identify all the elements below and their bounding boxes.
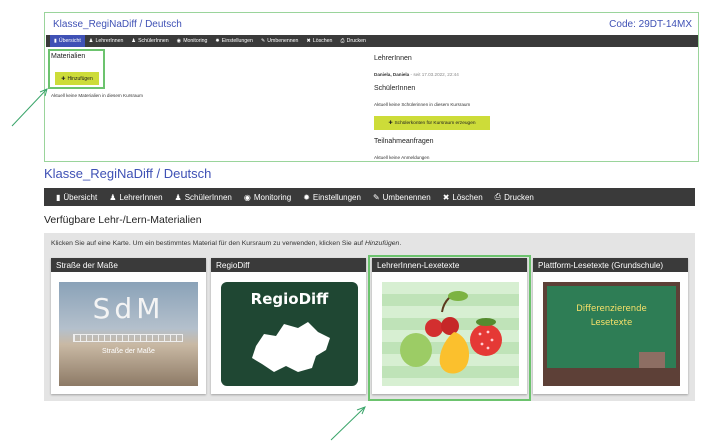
chalkboard-text-1: Differenzierende — [576, 304, 647, 314]
edit-icon: ✎ — [372, 192, 380, 202]
page-title: Klasse_RegiNaDiff / Deutsch — [44, 166, 212, 181]
material-card-plattform-lesetexte[interactable]: Plattform-Lesetexte (Grundschule) Differ… — [533, 258, 688, 394]
chalkboard-text-2: Lesetexte — [590, 318, 633, 328]
person-icon: ♟ — [174, 192, 182, 202]
tab-umbenennen[interactable]: ✎ Umbenennen — [367, 188, 437, 206]
sdm-caption: Straße der Maße — [102, 348, 155, 355]
materials-section-heading: Verfügbare Lehr-/Lern-Materialien — [44, 214, 202, 226]
tab-monitoring[interactable]: ◉ Monitoring — [238, 188, 297, 206]
person-icon: ♟ — [109, 192, 117, 202]
close-icon: ✖ — [442, 192, 450, 202]
card-title: Straße der Maße — [51, 258, 206, 272]
gear-icon: ✹ — [303, 192, 310, 202]
book-icon: ▮ — [56, 192, 61, 202]
desk-icon — [639, 352, 665, 368]
ruler-graphic — [73, 334, 183, 342]
sdm-logo-text: SdM — [92, 292, 165, 325]
card-image-chalkboard: Differenzierende Lesetexte — [543, 282, 680, 386]
instruction-text: Klicken Sie auf eine Karte. Um ein besti… — [51, 240, 402, 247]
tab-loeschen[interactable]: ✖ Löschen — [437, 188, 489, 206]
tab-lehrerinnen[interactable]: ♟ LehrerInnen — [103, 188, 168, 206]
tab-einstellungen[interactable]: ✹ Einstellungen — [297, 188, 367, 206]
highlight-box — [368, 255, 531, 401]
tab-schuelerinnen[interactable]: ♟ SchülerInnen — [169, 188, 238, 206]
arrow-line-top — [11, 89, 47, 127]
material-card-regiodiff[interactable]: RegioDiff RegioDiff — [211, 258, 366, 394]
card-title: Plattform-Lesetexte (Grundschule) — [533, 258, 688, 272]
tab-drucken[interactable]: ⎙ Drucken — [489, 188, 540, 206]
card-image-sdm: SdM Straße der Maße — [59, 282, 198, 386]
eye-icon: ◉ — [243, 192, 251, 202]
main-toolbar: ▮ Übersicht ♟ LehrerInnen ♟ SchülerInnen ◉ M… — [44, 188, 695, 206]
print-icon: ⎙ — [494, 192, 502, 201]
material-card-strasse-der-masse[interactable]: Straße der Maße SdM Straße der Maße — [51, 258, 206, 394]
tab-uebersicht[interactable]: ▮ Übersicht — [50, 188, 103, 206]
card-title: RegioDiff — [211, 258, 366, 272]
regiodiff-logo-text: RegioDiff — [250, 290, 329, 308]
map-shape-icon — [252, 322, 330, 372]
card-image-regiodiff: RegioDiff — [221, 282, 358, 386]
arrow-line-bottom — [330, 407, 365, 441]
